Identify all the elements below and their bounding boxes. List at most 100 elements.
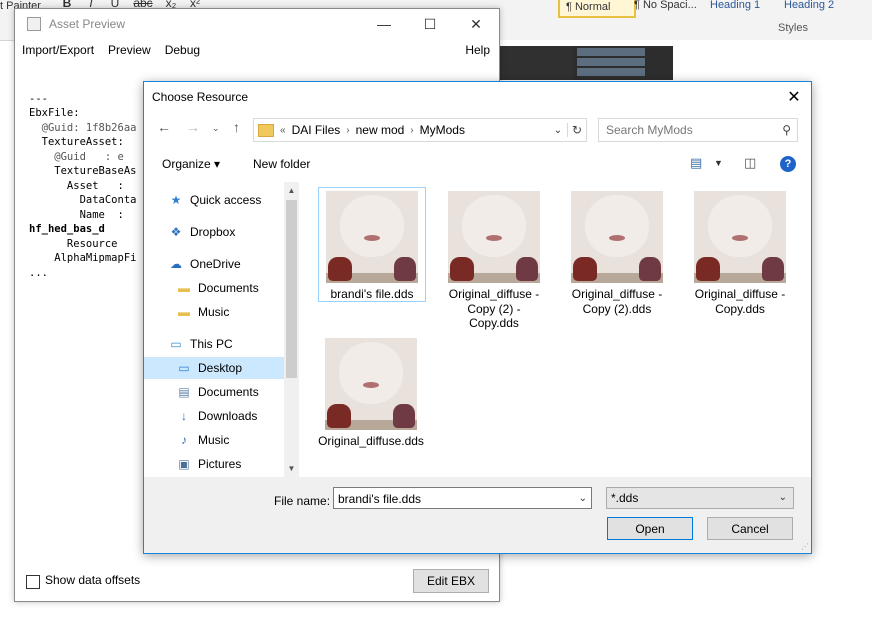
code-line: DataConta (29, 194, 137, 206)
background-app-strip (498, 46, 573, 80)
file-item[interactable]: Original_diffuse.dds (318, 335, 424, 449)
background-thumbnail-strip (573, 46, 673, 80)
breadcrumb-mymods[interactable]: MyMods (420, 123, 465, 137)
show-offsets-label: Show data offsets (45, 573, 141, 587)
dialog-titlebar: Choose Resource ✕ (144, 82, 811, 112)
nav-label: This PC (190, 337, 233, 351)
scroll-up-icon[interactable]: ▲ (284, 186, 299, 195)
nav-onedrive-documents[interactable]: ▬ Documents (144, 277, 284, 299)
breadcrumb-separator: › (410, 124, 414, 136)
dialog-title: Choose Resource (152, 90, 249, 104)
resize-grip-icon[interactable]: ⋰ (801, 542, 809, 551)
nav-pictures[interactable]: ▣ Pictures (144, 453, 284, 475)
nav-label: Quick access (190, 193, 262, 207)
new-folder-button[interactable]: New folder (253, 157, 310, 171)
texture-thumbnail (571, 191, 663, 283)
asset-footer: Show data offsets Edit EBX (15, 561, 499, 601)
search-icon: ⚲ (782, 123, 791, 137)
code-line: @Guid: 1f8b26aa (29, 121, 137, 134)
address-dropdown-icon[interactable]: ⌄ (549, 125, 567, 136)
nav-quick-access[interactable]: ★ Quick access (144, 189, 284, 211)
music-icon: ♪ (181, 433, 187, 447)
folder-icon: ▬ (178, 281, 190, 295)
view-options-icon[interactable]: ▤ (690, 155, 702, 171)
code-line: --- (29, 92, 48, 105)
minimize-icon[interactable]: — (361, 16, 407, 33)
ebx-code-view: --- EbxFile: @Guid: 1f8b26aa TextureAsset… (29, 77, 136, 309)
nav-downloads[interactable]: ↓ Downloads (144, 405, 284, 427)
cancel-button[interactable]: Cancel (707, 517, 793, 540)
open-button[interactable]: Open (607, 517, 693, 540)
breadcrumb-new-mod[interactable]: new mod (356, 123, 405, 137)
styles-group-label: Styles (778, 22, 808, 34)
nav-music[interactable]: ♪ Music (144, 429, 284, 451)
maximize-icon[interactable]: ☐ (407, 16, 453, 33)
search-box[interactable]: Search MyMods ⚲ (598, 118, 798, 142)
style-heading-2[interactable]: Heading 2 (778, 0, 850, 14)
code-line: Asset : (29, 179, 124, 192)
code-line: TextureAsset: (29, 136, 124, 148)
code-line: TextureBaseAs (29, 165, 137, 177)
navigation-pane: ★ Quick access ❖ Dropbox ☁ OneDrive ▬ Do… (144, 182, 299, 477)
organize-button[interactable]: Organize ▾ (162, 157, 220, 171)
star-icon: ★ (170, 193, 182, 207)
style-no-spacing[interactable]: ¶ No Spaci... (628, 0, 710, 14)
file-item[interactable]: Original_diffuse - Copy (2).dds (564, 188, 670, 316)
address-bar[interactable]: « DAI Files › new mod › MyMods ⌄ ↻ (253, 118, 587, 142)
recent-dropdown-icon[interactable]: ⌄ (212, 123, 220, 134)
style-heading-1[interactable]: Heading 1 (704, 0, 776, 14)
nav-desktop[interactable]: ▭ Desktop (144, 357, 284, 379)
chevron-down-icon[interactable]: ⌄ (779, 488, 787, 508)
preview-pane-icon[interactable]: ◫ (744, 155, 756, 171)
nav-label: Desktop (198, 361, 243, 375)
code-line: @Guid : e (29, 150, 124, 163)
scroll-down-icon[interactable]: ▼ (284, 464, 299, 473)
nav-dropbox[interactable]: ❖ Dropbox (144, 221, 284, 243)
asset-preview-title: Asset Preview (49, 17, 126, 31)
file-type-select[interactable]: *.dds ⌄ (606, 487, 794, 509)
texture-thumbnail (448, 191, 540, 283)
help-icon[interactable]: ? (780, 156, 796, 172)
code-line: hf_hed_bas_d (29, 223, 105, 235)
file-name-label: Original_diffuse - Copy (2).dds (571, 287, 663, 316)
asset-menubar: Import/Export Preview Debug Help (15, 39, 499, 61)
nav-label: Pictures (198, 457, 242, 471)
chevron-down-icon[interactable]: ⌄ (579, 488, 587, 510)
style-normal[interactable]: ¶ Normal (558, 0, 636, 18)
nav-onedrive-music[interactable]: ▬ Music (144, 301, 284, 323)
breadcrumb-dai-files[interactable]: DAI Files (292, 123, 341, 137)
refresh-icon[interactable]: ↻ (567, 123, 586, 137)
edit-ebx-button[interactable]: Edit EBX (413, 569, 489, 593)
file-item[interactable]: Original_diffuse - Copy (2) - Copy.dds (441, 188, 547, 331)
nav-this-pc[interactable]: ▭ This PC (144, 333, 284, 355)
navigation-scrollbar[interactable]: ▲ ▼ (284, 182, 299, 477)
menu-import-export[interactable]: Import/Export (22, 43, 94, 57)
nav-documents[interactable]: ▤ Documents (144, 381, 284, 403)
pictures-icon: ▣ (178, 457, 190, 471)
file-item[interactable]: Original_diffuse - Copy.dds (687, 188, 793, 316)
view-dropdown-icon[interactable]: ▼ (714, 158, 723, 168)
file-item[interactable]: brandi's file.dds (318, 187, 426, 302)
navigation-bar: ← → ⌄ ↑ « DAI Files › new mod › MyMods ⌄… (144, 115, 811, 142)
forward-arrow-icon[interactable]: → (186, 119, 200, 135)
dialog-close-icon[interactable]: ✕ (777, 87, 811, 107)
menu-debug[interactable]: Debug (165, 43, 200, 57)
code-line: ... (29, 266, 48, 279)
up-arrow-icon[interactable]: ↑ (233, 119, 240, 135)
file-name-input[interactable]: brandi's file.dds ⌄ (333, 487, 592, 509)
close-icon[interactable]: ✕ (453, 16, 499, 33)
cloud-icon: ☁ (170, 257, 182, 271)
dialog-toolbar: Organize ▾ New folder ▤ ▼ ◫ ? (144, 152, 811, 176)
nav-onedrive[interactable]: ☁ OneDrive (144, 253, 284, 275)
menu-preview[interactable]: Preview (108, 43, 151, 57)
menu-help[interactable]: Help (465, 43, 490, 57)
code-line: Resource (29, 237, 118, 250)
file-name-label: Original_diffuse.dds (318, 434, 424, 448)
breadcrumb-overflow[interactable]: « (280, 125, 286, 136)
code-line: AlphaMipmapFi (29, 252, 137, 264)
show-offsets-checkbox[interactable] (26, 575, 40, 589)
scroll-thumb[interactable] (286, 200, 297, 378)
desktop-icon: ▭ (178, 361, 190, 375)
back-arrow-icon[interactable]: ← (157, 119, 171, 135)
texture-thumbnail (694, 191, 786, 283)
